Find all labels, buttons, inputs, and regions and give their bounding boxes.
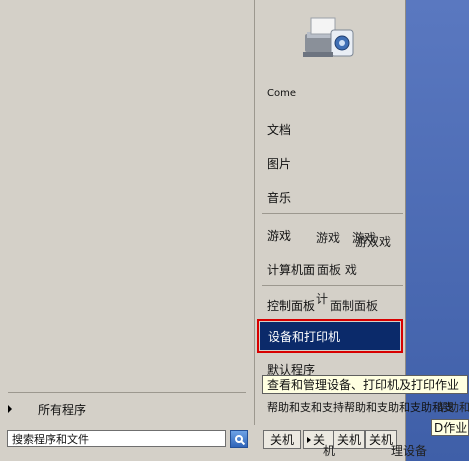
pictures-item[interactable]: 图片: [267, 155, 291, 172]
devices-and-printers-label: 设备和打印机: [260, 322, 400, 350]
help-and-support-item[interactable]: 帮助和支和支持帮助和支助和支助和支: [267, 399, 454, 415]
tooltip-fragment: D作业: [431, 419, 469, 436]
expand-arrow-icon: [8, 405, 12, 413]
computer-ghost-tail: 面板 戏: [317, 263, 357, 277]
games-ghost-2: 游戏: [316, 231, 341, 245]
games-ghost-4: 游双戏: [355, 235, 392, 249]
shutdown-ghost-1: 关机: [333, 430, 366, 449]
shutdown-ghost-ji: 机: [323, 444, 336, 458]
programs-pane: 所有程序: [0, 0, 255, 425]
help-ghost-tail: 帮助和: [437, 401, 469, 414]
all-programs-label: 所有程序: [38, 402, 87, 417]
search-button[interactable]: [230, 430, 248, 448]
control-ghost-tail: 计: [316, 292, 329, 306]
computer-item[interactable]: 计算机面: [267, 261, 315, 278]
shutdown-arrow-icon: [307, 436, 311, 443]
user-name[interactable]: Come: [267, 88, 296, 99]
right-pane: Come 文档 图片 音乐 游戏 计算机面 控制面板 设备和打印机 默认程序 帮…: [255, 0, 454, 425]
all-programs-item[interactable]: 所有程序: [8, 401, 248, 417]
search-placeholder: 搜索程序和文件: [12, 432, 89, 446]
start-menu: 所有程序 搜索程序和文件 Come 文档 图片 音乐 游戏 计算机面 控制面板 …: [0, 0, 469, 461]
documents-item[interactable]: 文档: [267, 121, 291, 138]
right-divider-1: [262, 213, 403, 214]
music-item[interactable]: 音乐: [267, 189, 291, 206]
devices-tooltip: 查看和管理设备、打印机及打印作业: [262, 375, 468, 394]
control-panel-item[interactable]: 控制面板: [267, 297, 315, 314]
devices-and-printers-item[interactable]: 设备和打印机: [257, 319, 403, 353]
devices-ghost-fragment: 理设备: [391, 444, 428, 458]
shutdown-button[interactable]: 关机: [263, 430, 301, 449]
programs-divider: [8, 392, 246, 393]
control-ghost-tail-2: 面制面板: [330, 299, 379, 313]
right-divider-2: [262, 285, 403, 286]
search-icon: [235, 435, 243, 443]
search-input[interactable]: 搜索程序和文件: [7, 430, 226, 447]
devices-printer-icon: [303, 17, 354, 57]
games-item[interactable]: 游戏: [267, 227, 291, 244]
